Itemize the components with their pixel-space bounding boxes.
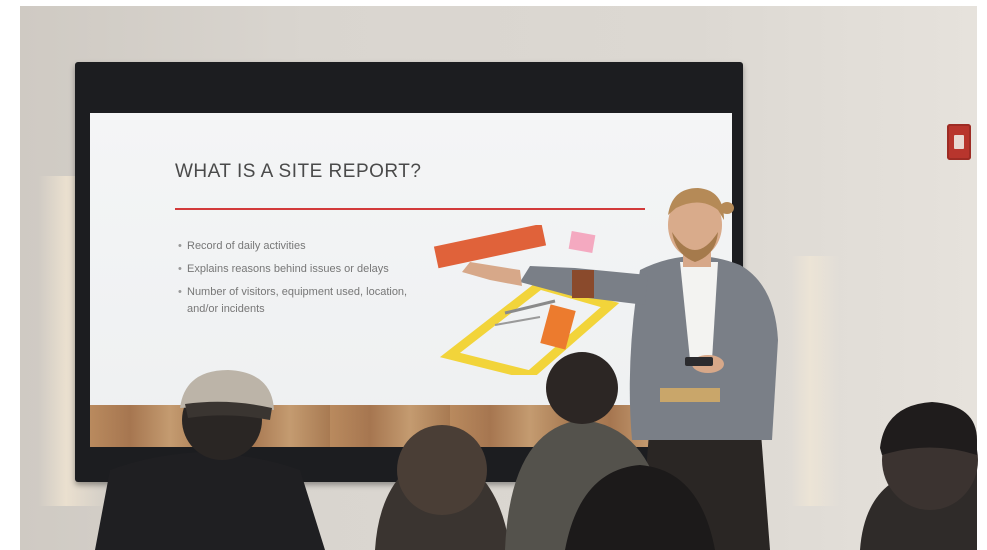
attendee-head (397, 425, 487, 515)
beanie (880, 402, 977, 455)
attendee-jacket (95, 452, 325, 550)
attendee-head (546, 352, 618, 424)
audience (95, 352, 978, 550)
